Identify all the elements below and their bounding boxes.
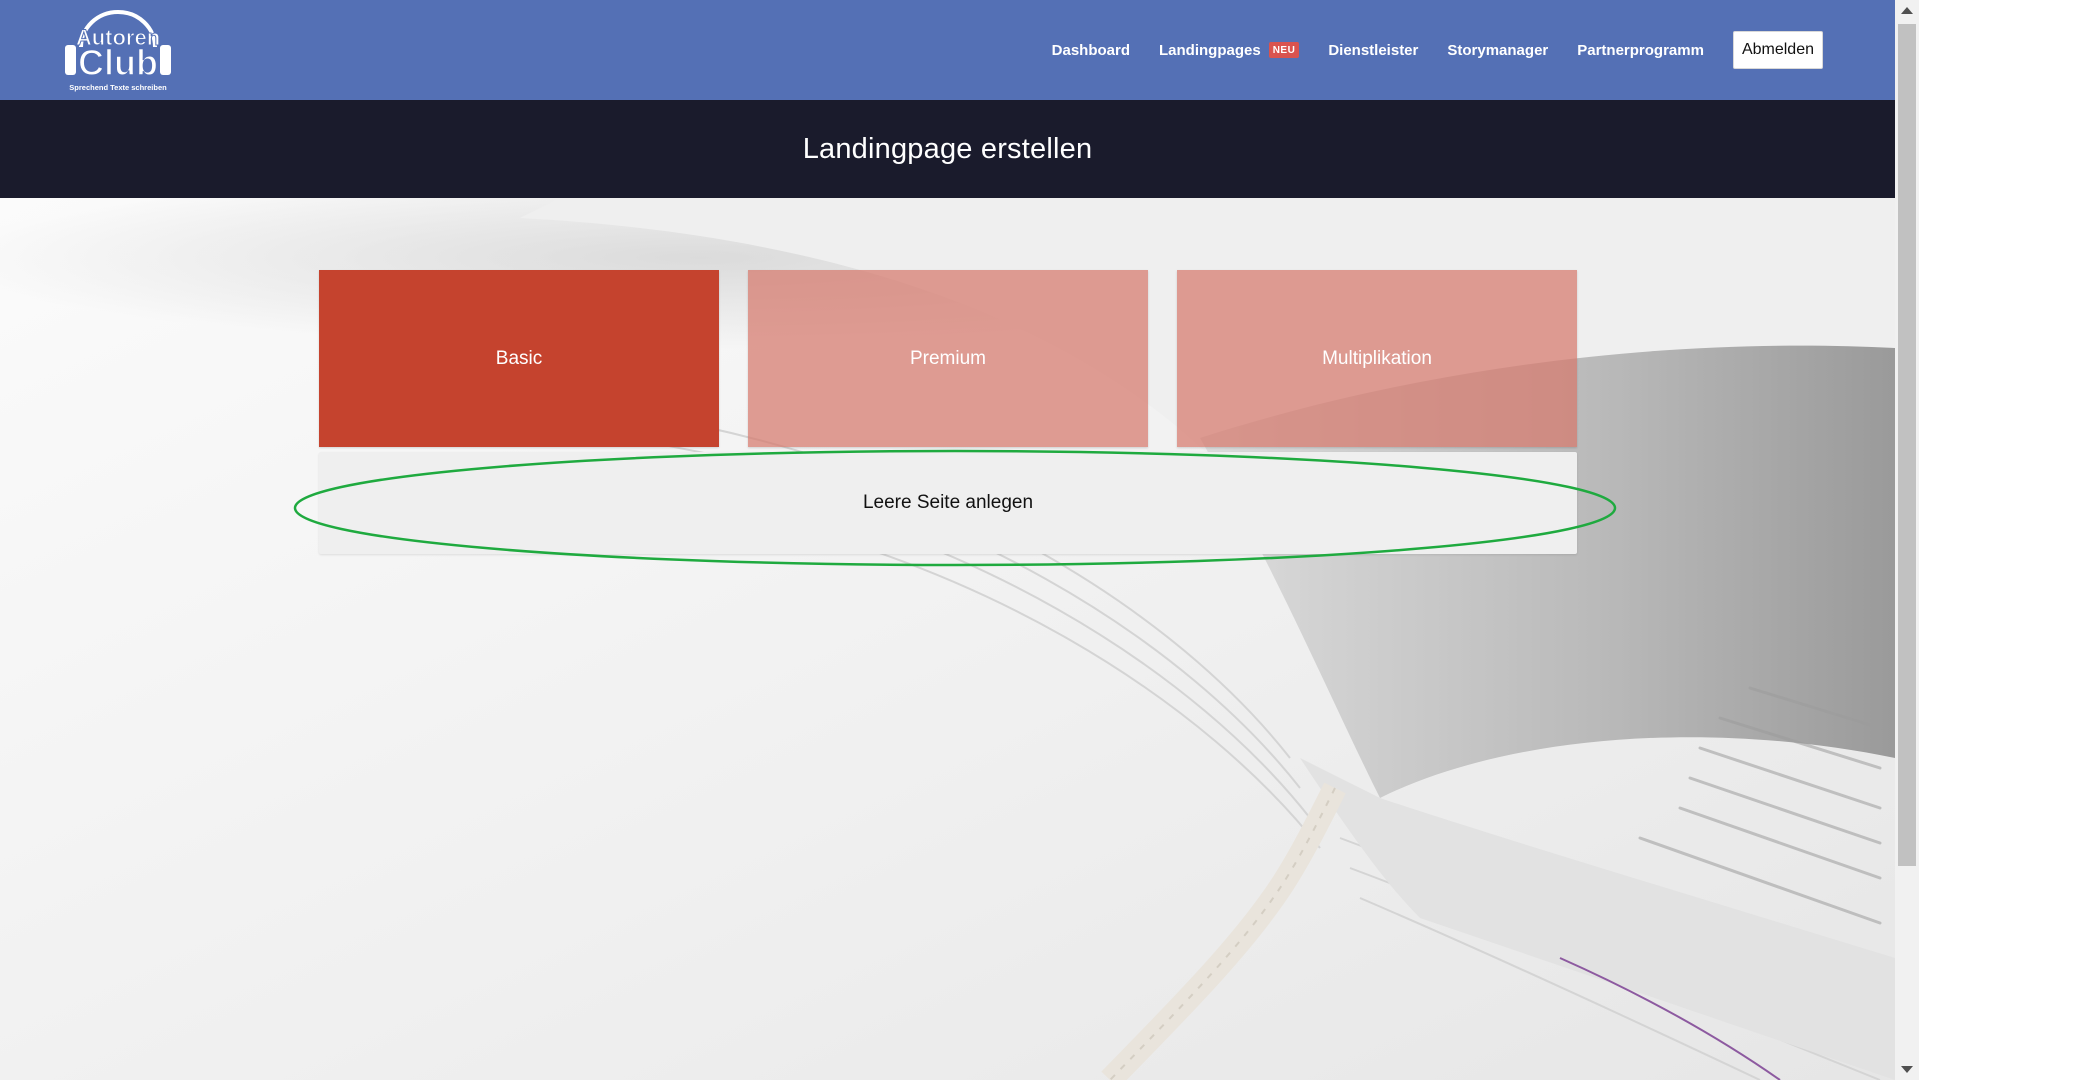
browser-viewport: Autoren Club Sprechend Texte schreiben D… [0,0,1895,1080]
nav-partnerprogramm[interactable]: Partnerprogramm [1577,42,1704,59]
nav-dienstleister[interactable]: Dienstleister [1328,42,1418,59]
template-card-label: Multiplikation [1322,347,1432,369]
page-title-band: Landingpage erstellen [0,100,1895,198]
nav-links: Dashboard Landingpages NEU Dienstleister… [1052,0,1895,100]
page-title: Landingpage erstellen [802,132,1093,165]
nav-storymanager[interactable]: Storymanager [1447,42,1548,59]
svg-text:Sprechend Texte schreiben: Sprechend Texte schreiben [69,83,167,92]
new-badge: NEU [1268,42,1300,58]
nav-landingpages[interactable]: Landingpages NEU [1159,42,1300,59]
logout-button[interactable]: Abmelden [1732,31,1823,69]
template-card-multiplikation[interactable]: Multiplikation [1177,270,1577,447]
scroll-up-arrow-icon[interactable] [1895,0,1919,22]
create-empty-page-button[interactable]: Leere Seite anlegen [319,452,1577,554]
top-navigation-bar: Autoren Club Sprechend Texte schreiben D… [0,0,1895,100]
nav-dashboard[interactable]: Dashboard [1052,42,1130,59]
autoren-club-logo[interactable]: Autoren Club Sprechend Texte schreiben [63,7,173,95]
vertical-scrollbar[interactable] [1895,0,1919,1080]
scroll-down-arrow-icon[interactable] [1895,1058,1919,1080]
template-card-label: Premium [909,347,986,369]
template-card-label: Basic [495,347,543,369]
scrollbar-thumb[interactable] [1898,24,1916,866]
template-card-premium[interactable]: Premium [748,270,1148,447]
svg-text:Club: Club [78,42,158,83]
create-empty-page-label: Leere Seite anlegen [862,492,1034,513]
template-card-basic[interactable]: Basic [319,270,719,447]
